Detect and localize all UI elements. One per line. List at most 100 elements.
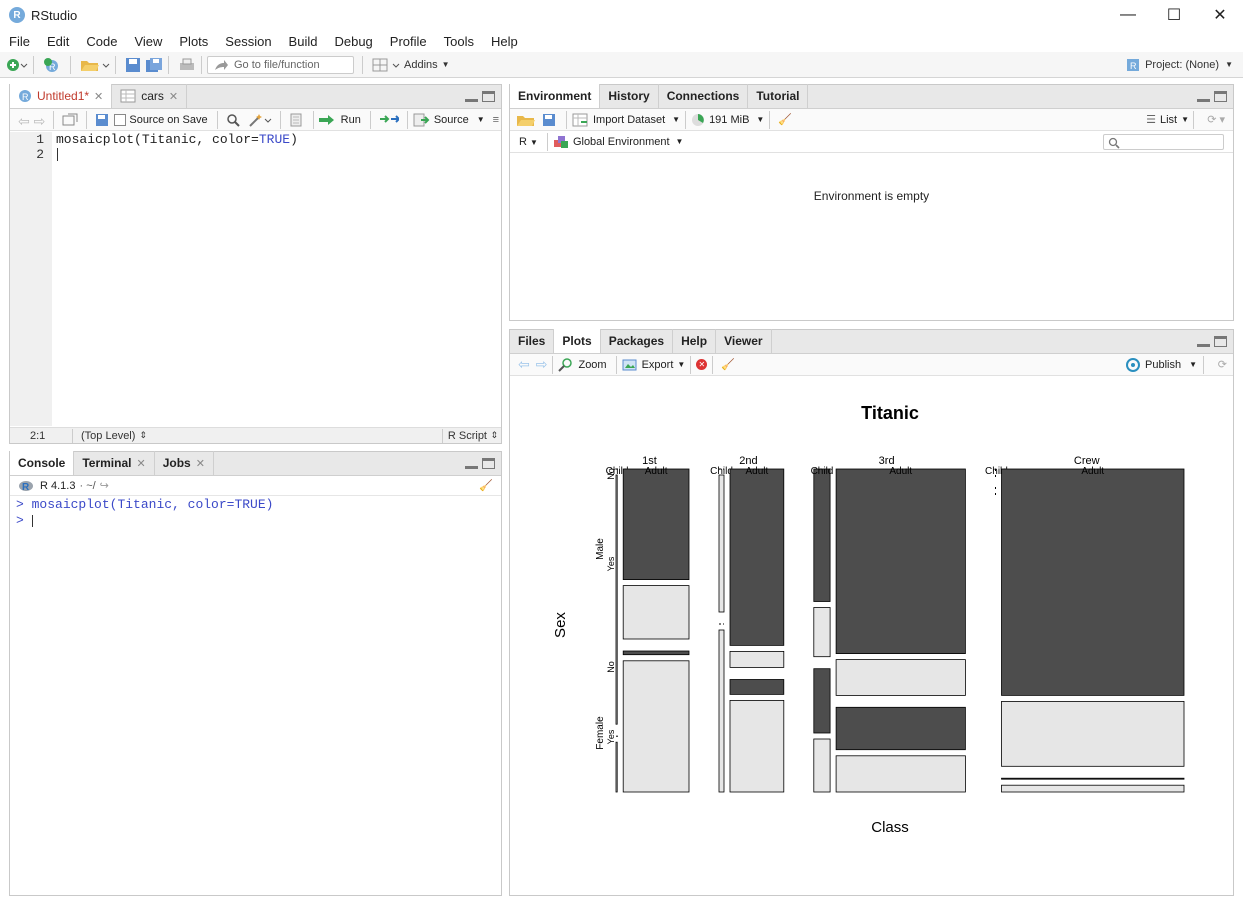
menu-edit[interactable]: Edit (38, 34, 77, 49)
menu-file[interactable]: File (0, 34, 38, 49)
window-title: RStudio (31, 7, 78, 23)
new-project-icon[interactable]: R (43, 55, 65, 75)
run-button[interactable]: Run (318, 114, 365, 126)
tab-untitled1[interactable]: R Untitled1* ✕ (10, 84, 113, 108)
memory-usage-button[interactable]: 191 MiB ▼ (691, 113, 764, 127)
tab-jobs[interactable]: Jobs ✕ (155, 451, 214, 475)
zoom-label: Zoom (578, 358, 607, 371)
close-tab-icon[interactable]: ✕ (196, 457, 205, 470)
import-dataset-button[interactable]: Import Dataset ▼ (572, 113, 680, 127)
menu-debug[interactable]: Debug (325, 34, 380, 49)
project-menu[interactable]: R Project: (None) ▼ (1125, 55, 1233, 75)
menu-plots[interactable]: Plots (170, 34, 216, 49)
broom-icon[interactable]: 🧹 (778, 113, 794, 127)
language-selector[interactable]: R ▼ (519, 136, 538, 148)
minimize-button[interactable]: — (1105, 0, 1151, 30)
load-workspace-icon[interactable] (516, 113, 536, 127)
save-icon[interactable] (125, 55, 141, 75)
tab-history[interactable]: History (600, 84, 659, 108)
environment-search-input[interactable] (1103, 134, 1224, 150)
next-plot-icon[interactable]: ⇨ (536, 356, 548, 373)
menu-code[interactable]: Code (77, 34, 125, 49)
tab-plots[interactable]: Plots (554, 329, 601, 353)
tab-viewer[interactable]: Viewer (716, 329, 772, 353)
refresh-icon[interactable]: ⟳ (1218, 358, 1227, 371)
menu-profile[interactable]: Profile (381, 34, 435, 49)
class-label-crew: Crew (1074, 455, 1100, 467)
code-editor[interactable]: 1 2 mosaicplot(Titanic, color=TRUE) (10, 132, 501, 426)
goto-file-input[interactable]: Go to file/function (207, 55, 354, 74)
menu-view[interactable]: View (125, 34, 170, 49)
project-label: Project: (None) (1145, 58, 1220, 71)
refresh-icon[interactable]: ⟳ ▾ (1207, 113, 1225, 126)
tab-files[interactable]: Files (510, 329, 555, 353)
console-output[interactable]: > mosaicplot(Titanic, color=TRUE) > (16, 497, 273, 529)
menu-session[interactable]: Session (216, 34, 279, 49)
previous-plot-icon[interactable]: ⇦ (518, 356, 530, 373)
outline-icon[interactable]: ≡ (493, 114, 499, 126)
tab-packages[interactable]: Packages (601, 329, 674, 353)
menu-help[interactable]: Help (482, 34, 526, 49)
tab-environment[interactable]: Environment (510, 84, 601, 108)
addins-menu[interactable]: Addins ▼ (404, 55, 450, 75)
working-directory[interactable]: · ~/ (79, 480, 95, 492)
maximize-pane-icon[interactable] (1214, 336, 1227, 347)
rerun-icon[interactable] (379, 113, 401, 127)
source-on-save-label: Source on Save (129, 113, 208, 126)
maximize-button[interactable]: ☐ (1151, 0, 1197, 30)
tab-terminal[interactable]: Terminal ✕ (74, 451, 155, 475)
save-all-icon[interactable] (145, 55, 163, 75)
tab-tutorial[interactable]: Tutorial (748, 84, 809, 108)
close-tab-icon[interactable]: ✕ (94, 90, 103, 103)
source-button[interactable]: Source ▼ (413, 113, 485, 127)
console-input-line[interactable]: > (16, 513, 273, 529)
code-line-1: mosaicplot(Titanic, color=TRUE) (56, 132, 298, 147)
maximize-pane-icon[interactable] (482, 458, 495, 469)
minimize-pane-icon[interactable] (1197, 336, 1210, 347)
close-tab-icon[interactable]: ✕ (169, 90, 178, 103)
global-environment-selector[interactable]: Global Environment ▼ (553, 135, 683, 149)
memory-label: 191 MiB (709, 113, 750, 126)
project-cube-icon: R (1127, 58, 1140, 71)
menu-build[interactable]: Build (280, 34, 326, 49)
run-arrow-icon (318, 114, 334, 125)
source-on-save-checkbox[interactable] (114, 113, 127, 126)
tab-help[interactable]: Help (673, 329, 717, 353)
remove-plot-icon[interactable]: ✕ (696, 359, 708, 370)
new-file-icon[interactable] (6, 55, 28, 75)
zoom-button[interactable]: Zoom (558, 357, 610, 372)
minimize-pane-icon[interactable] (465, 91, 478, 102)
tab-cars[interactable]: cars ✕ (112, 84, 188, 108)
goto-dir-icon[interactable]: ↪ (100, 479, 109, 492)
clear-console-icon[interactable]: 🧹 (479, 479, 493, 492)
publish-button[interactable]: Publish ▼ (1124, 357, 1197, 372)
source-tabbar: R Untitled1* ✕ cars ✕ (10, 84, 501, 109)
tab-connections[interactable]: Connections (659, 84, 749, 108)
minimize-pane-icon[interactable] (465, 458, 478, 469)
export-button[interactable]: Export ▼ (622, 358, 685, 372)
menu-tools[interactable]: Tools (435, 34, 482, 49)
maximize-pane-icon[interactable] (1214, 91, 1227, 102)
close-button[interactable]: ✕ (1197, 0, 1243, 30)
save-icon[interactable] (95, 113, 111, 127)
compile-report-icon[interactable] (289, 113, 305, 127)
scope-selector[interactable]: (Top Level) (81, 430, 135, 442)
line-number: 1 (36, 132, 44, 147)
maximize-pane-icon[interactable] (482, 91, 495, 102)
close-tab-icon[interactable]: ✕ (136, 457, 145, 470)
print-icon[interactable] (178, 55, 196, 75)
open-file-icon[interactable] (80, 55, 110, 75)
minimize-pane-icon[interactable] (1197, 91, 1210, 102)
list-view-button[interactable]: ☰ List ▼ (1146, 113, 1189, 127)
chevron-down-icon: ▼ (530, 137, 538, 147)
back-arrow-icon[interactable]: ⇦ ⇨ (18, 113, 45, 129)
grid-layout-icon[interactable] (372, 55, 400, 75)
broom-icon[interactable]: 🧹 (721, 358, 737, 372)
magic-wand-icon[interactable] (248, 113, 272, 127)
memory-pie-icon (692, 113, 705, 126)
search-icon[interactable] (226, 113, 242, 127)
file-type-selector[interactable]: R Script (448, 430, 487, 442)
tab-console[interactable]: Console (10, 451, 75, 475)
show-in-window-icon[interactable] (62, 113, 78, 127)
save-workspace-icon[interactable] (542, 113, 558, 127)
